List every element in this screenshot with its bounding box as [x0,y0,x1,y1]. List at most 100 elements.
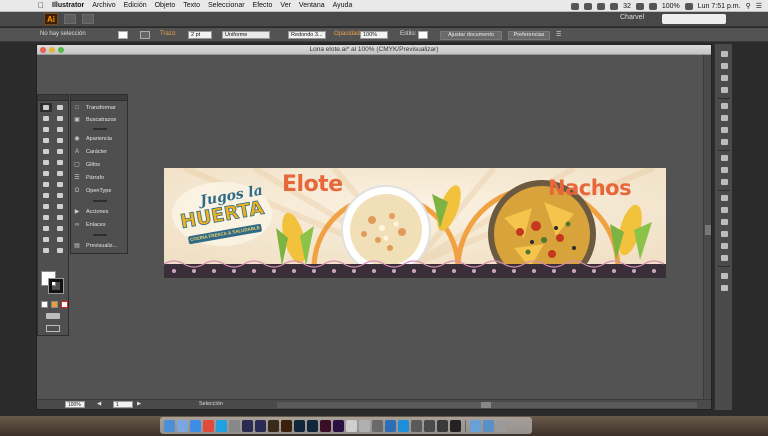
symbols-icon[interactable] [719,102,729,110]
fill-swatch[interactable] [118,31,128,39]
panel-previsualiz[interactable]: ▤ Previsualiz... [73,240,127,251]
bluetooth-icon[interactable] [635,2,644,10]
stroke-profile-select[interactable]: Uniforme [222,31,270,39]
script-editor-icon[interactable] [346,419,357,432]
trash-icon[interactable] [496,419,507,432]
blob-brush-tool-icon[interactable] [40,158,52,167]
stroke-panel-icon[interactable] [719,154,729,162]
gradient-panel-icon[interactable] [719,166,729,174]
eyedropper-tool-icon[interactable] [40,213,52,222]
photoshop-cc-icon[interactable] [307,419,318,432]
disk-utility-icon[interactable] [424,419,435,432]
blend-tool-icon[interactable] [54,213,66,222]
spade-icon[interactable] [719,138,729,146]
wifi-icon[interactable] [648,2,657,10]
direct-selection-tool-icon[interactable] [54,103,66,112]
magic-wand-tool-icon[interactable] [40,114,52,123]
preferences-button[interactable]: Preferencias [508,31,550,40]
panel-glifos[interactable]: ▢ Glifos [73,159,127,170]
zoom-tool-icon[interactable] [54,246,66,255]
stroke-weight-field[interactable]: 2 pt [188,31,212,39]
vertical-scroll-thumb[interactable] [705,225,711,235]
eraser-tool-icon[interactable] [54,158,66,167]
apple-menu-icon[interactable]:  [34,1,48,10]
horizontal-scrollbar[interactable] [277,402,697,408]
menu-efecto[interactable]: Efecto [249,2,277,9]
menu-ver[interactable]: Ver [276,2,295,9]
list-icon[interactable]: ☰ [756,2,762,10]
gradient-mode-icon[interactable] [51,301,58,308]
illustrator-dock-icon[interactable] [281,419,292,432]
tools-panel-header[interactable] [38,95,68,101]
launchpad-icon[interactable] [177,419,188,432]
artboard-tool-icon[interactable] [40,235,52,244]
transparency-panel-icon[interactable] [719,178,729,186]
column-graph-tool-icon[interactable] [54,224,66,233]
photoshop-icon[interactable] [294,419,305,432]
artboard-field[interactable]: 1 [113,401,133,408]
layers-stack-icon[interactable] [719,218,729,226]
layers-panel-icon[interactable] [719,272,729,280]
minimize-icon[interactable] [49,47,55,53]
brushes-icon[interactable] [719,86,729,94]
menu-ayuda[interactable]: Ayuda [329,2,357,9]
hand-tool-icon[interactable] [40,246,52,255]
symbol-sprayer-tool-icon[interactable] [40,224,52,233]
screen-mode-icon[interactable] [46,325,60,332]
skype-icon[interactable] [597,2,606,10]
chrome-icon[interactable] [203,419,214,432]
app-store-icon[interactable] [398,419,409,432]
rectangle-tool-icon[interactable] [54,136,66,145]
width-tool-icon[interactable] [40,180,52,189]
adjust-document-button[interactable]: Ajustar documento [440,31,502,40]
artboards-panel-icon[interactable] [719,242,729,250]
style-swatch[interactable] [418,31,428,39]
panels-header[interactable] [71,95,127,101]
bridge-icon[interactable] [268,419,279,432]
after-effects-icon[interactable] [242,419,253,432]
horizontal-scroll-thumb[interactable] [481,402,491,408]
vertical-scrollbar[interactable] [703,55,711,401]
arrange-documents-button[interactable] [82,14,94,24]
paintbrush-tool-icon[interactable] [40,147,52,156]
panel-enlaces[interactable]: ∞ Enlaces [73,219,127,230]
dropbox-icon[interactable] [571,2,580,10]
panel-transformar[interactable]: □ Transformar [73,102,127,113]
panel-opentype[interactable]: O OpenType [73,185,127,196]
menu-seleccionar[interactable]: Seleccionar [204,2,249,9]
bridge-button[interactable] [64,14,76,24]
clock[interactable]: Lun 7:51 p.m. [698,3,741,10]
graphic-styles-icon[interactable] [719,114,729,122]
premiere-icon[interactable] [333,419,344,432]
menu-archivo[interactable]: Archivo [88,2,119,9]
folder-icon[interactable] [470,419,481,432]
shape-builder-tool-icon[interactable] [40,191,52,200]
media-encoder-icon[interactable] [437,419,448,432]
rotate-tool-icon[interactable] [40,169,52,178]
appearance-panel-icon[interactable] [719,230,729,238]
volume-icon[interactable] [610,2,619,10]
stroke-swatch[interactable] [140,31,150,39]
mail-icon[interactable] [229,419,240,432]
scale-tool-icon[interactable] [54,169,66,178]
indesign-icon[interactable] [320,419,331,432]
panel-buscatrazos[interactable]: ▣ Buscatrazos [73,114,127,125]
pathfinder-panel-icon[interactable] [719,206,729,214]
free-transform-tool-icon[interactable] [54,180,66,189]
perspective-grid-tool-icon[interactable] [54,191,66,200]
opacity-label[interactable]: Opacidad: [334,31,361,37]
panel-caracter[interactable]: A Carácter [73,146,127,157]
stroke-label[interactable]: Trazo: [160,31,177,37]
battery-icon[interactable] [684,2,693,10]
zoom-field[interactable]: 100% [65,401,85,408]
clubs-icon[interactable] [719,126,729,134]
next-artboard-icon[interactable]: ▶ [137,401,141,407]
finder-icon[interactable] [164,419,175,432]
quicktime-icon[interactable] [385,419,396,432]
line-tool-icon[interactable] [40,136,52,145]
menu-objeto[interactable]: Objeto [151,2,180,9]
mesh-tool-icon[interactable] [40,202,52,211]
workspace-switcher[interactable]: Charvel [620,14,644,21]
none-mode-icon[interactable] [61,301,68,308]
color-mode-icon[interactable] [41,301,48,308]
